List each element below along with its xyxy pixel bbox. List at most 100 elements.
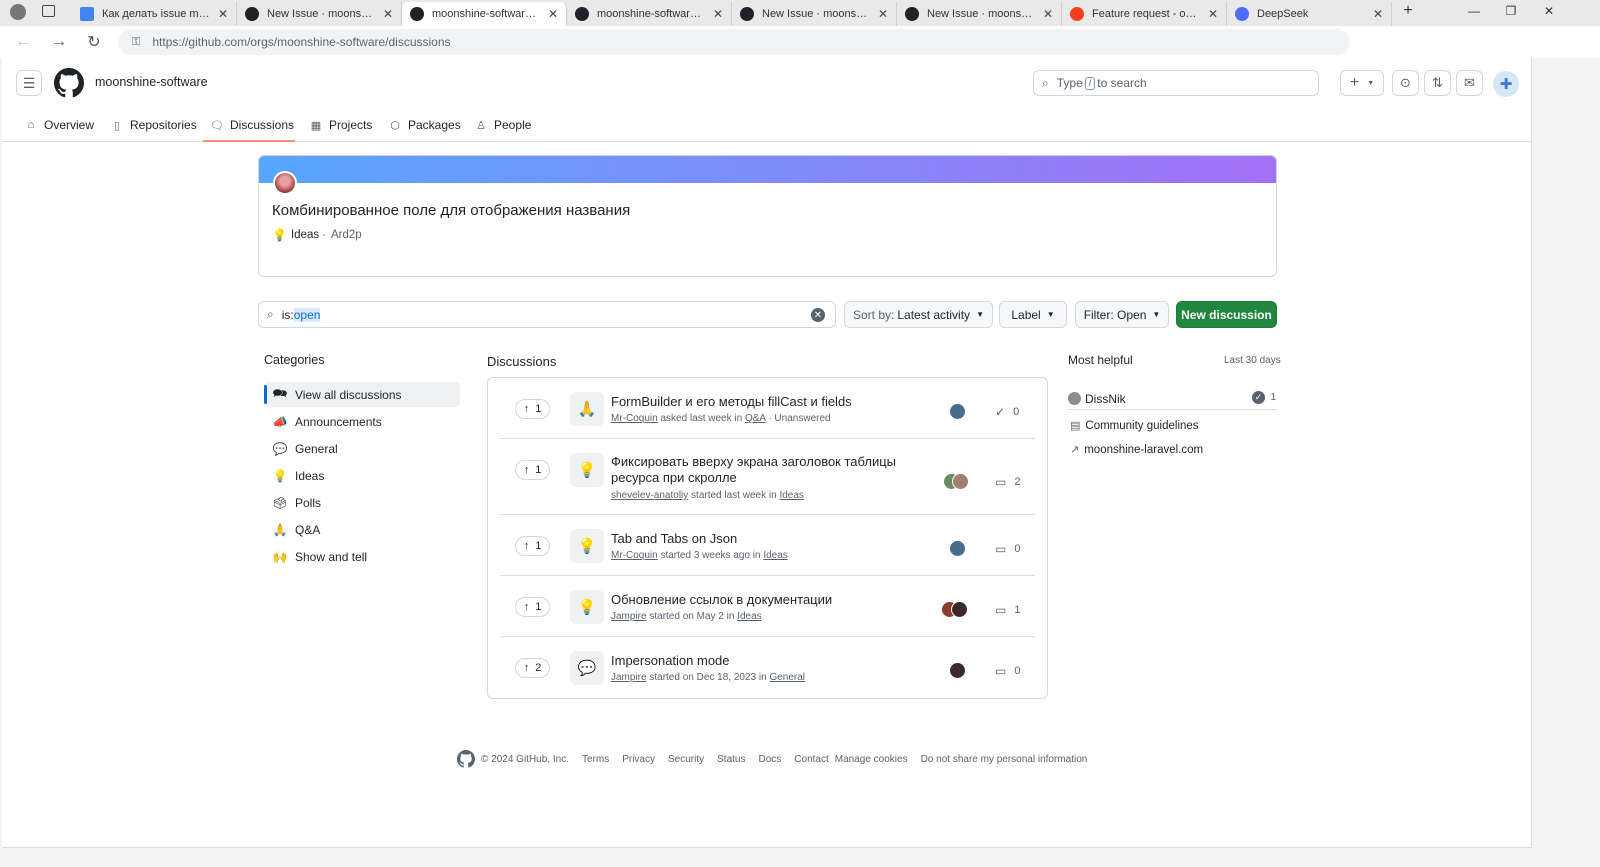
browser-tab[interactable]: moonshine-software · Dis ✕ (567, 2, 732, 26)
tab-actions-icon[interactable] (42, 5, 55, 17)
external-website-link[interactable]: ↗ moonshine-laravel.com (1070, 443, 1203, 457)
discussion-category[interactable]: Ideas (763, 550, 787, 561)
discussion-title[interactable]: FormBuilder и его методы fillCast и fiel… (611, 394, 931, 410)
category-qa[interactable]: 🙏 Q&A (264, 517, 460, 542)
discussion-title[interactable]: Фиксировать вверху экрана заголовок табл… (611, 454, 931, 486)
category-ideas[interactable]: 💡 Ideas (264, 463, 460, 488)
spotlight-author[interactable]: Ard2p (331, 229, 362, 241)
forward-icon[interactable]: → (48, 31, 70, 53)
category-polls[interactable]: 🗳 Polls (264, 490, 460, 515)
tab-discussions[interactable]: 🗨 Discussions (210, 108, 294, 142)
footer-link-security[interactable]: Security (668, 754, 704, 765)
browser-tab[interactable]: New Issue · moonshine-sc ✕ (897, 2, 1062, 26)
avatar[interactable] (949, 540, 966, 557)
discussion-author[interactable]: Jampire (611, 672, 647, 683)
footer-link-privacy[interactable]: Privacy (622, 754, 655, 765)
discussion-author[interactable]: Jampire (611, 611, 647, 622)
discussion-search-input[interactable]: ⌕ is: open ✕ (258, 301, 836, 328)
discussion-row[interactable]: ↑ 2 💬 Impersonation mode Jampire started … (500, 637, 1035, 698)
create-new-button[interactable]: + ▼ (1340, 70, 1384, 96)
discussion-row[interactable]: ↑ 1 💡 Обновление ссылок в документации Ja… (500, 576, 1035, 637)
tab-close-icon[interactable]: ✕ (546, 7, 560, 21)
tab-close-icon[interactable]: ✕ (1041, 7, 1055, 21)
search-input[interactable]: ⌕ Type / to search (1033, 70, 1319, 96)
tab-close-icon[interactable]: ✕ (381, 7, 395, 21)
user-avatar[interactable]: ✚ (1493, 71, 1519, 97)
discussion-row[interactable]: ↑ 1 💡 Фиксировать вверху экрана заголовок… (500, 439, 1035, 515)
tab-close-icon[interactable]: ✕ (1371, 7, 1385, 21)
browser-tab[interactable]: New Issue · moonshine-sc ✕ (732, 2, 897, 26)
spotlight-discussion-card[interactable]: Комбинированное поле для отображения наз… (258, 155, 1277, 277)
discussion-author[interactable]: Mr-Coquin (611, 413, 658, 424)
inbox-button[interactable]: ✉ (1456, 70, 1483, 96)
close-window-icon[interactable]: ✕ (1541, 4, 1557, 18)
pull-requests-button[interactable]: ⇅ (1424, 70, 1451, 96)
browser-tab-active[interactable]: moonshine-software · Dis ✕ (402, 2, 567, 26)
github-logo-icon[interactable] (54, 68, 84, 98)
new-tab-icon[interactable]: + (1400, 2, 1416, 20)
helpful-user-name[interactable]: DissNik (1085, 392, 1126, 406)
discussion-category[interactable]: Q&A (745, 413, 766, 424)
discussion-row[interactable]: ↑ 1 💡 Tab and Tabs on Json Mr-Coquin star… (500, 515, 1035, 576)
browser-tab[interactable]: DeepSeek ✕ (1227, 2, 1392, 26)
footer-link-docs[interactable]: Docs (758, 754, 781, 765)
discussion-row[interactable]: ↑ 1 🙏 FormBuilder и его методы fillCast и… (500, 378, 1035, 439)
avatar[interactable] (952, 473, 969, 490)
site-info-icon[interactable]: ⚿ (132, 36, 140, 49)
back-icon[interactable]: ← (12, 31, 34, 53)
restore-icon[interactable]: ❐ (1503, 4, 1519, 18)
footer-link-contact[interactable]: Contact (794, 754, 828, 765)
issues-button[interactable]: ⊙ (1392, 70, 1419, 96)
helpful-user-row[interactable]: DissNik ✓ 1 (1068, 388, 1277, 410)
clear-search-icon[interactable]: ✕ (811, 308, 825, 322)
org-name[interactable]: moonshine-software (95, 75, 208, 89)
footer-link-do-not-share[interactable]: Do not share my personal information (921, 754, 1088, 765)
footer-link-terms[interactable]: Terms (582, 754, 609, 765)
reload-icon[interactable]: ↻ (83, 31, 105, 53)
browser-tab[interactable]: Как делать issue moonsh ✕ (72, 2, 237, 26)
tab-overview[interactable]: ⌂ Overview (24, 108, 94, 142)
spotlight-title[interactable]: Комбинированное поле для отображения наз… (272, 202, 630, 219)
tab-projects[interactable]: ▦ Projects (309, 108, 373, 142)
category-show-and-tell[interactable]: 🙌 Show and tell (264, 544, 460, 569)
tab-packages[interactable]: ⬡ Packages (388, 108, 461, 142)
footer-link-status[interactable]: Status (717, 754, 745, 765)
tab-close-icon[interactable]: ✕ (876, 7, 890, 21)
spotlight-category[interactable]: Ideas (291, 229, 319, 241)
tab-repositories[interactable]: ▯ Repositories (110, 108, 197, 142)
new-discussion-button[interactable]: New discussion (1176, 301, 1277, 328)
upvote-button[interactable]: ↑ 1 (515, 399, 550, 419)
upvote-button[interactable]: ↑ 1 (515, 460, 550, 480)
minimize-icon[interactable]: — (1466, 4, 1482, 18)
discussion-category[interactable]: Ideas (779, 490, 803, 501)
discussion-category[interactable]: General (769, 672, 805, 683)
footer-link-manage-cookies[interactable]: Manage cookies (835, 754, 908, 765)
category-general[interactable]: 💬 General (264, 436, 460, 461)
url-field[interactable]: ⚿ https://github.com/orgs/moonshine-soft… (118, 29, 1350, 55)
discussion-title[interactable]: Обновление ссылок в документации (611, 592, 931, 608)
community-guidelines-link[interactable]: ▤ Community guidelines (1070, 419, 1199, 433)
status-filter-button[interactable]: Filter: Open ▼ (1075, 301, 1169, 328)
category-view-all[interactable]: 🗪 View all discussions (264, 382, 460, 407)
profile-icon[interactable] (10, 4, 26, 20)
avatar[interactable] (951, 601, 968, 618)
upvote-button[interactable]: ↑ 2 (515, 658, 550, 678)
browser-tab[interactable]: Feature request - открыт ✕ (1062, 2, 1227, 26)
label-filter-button[interactable]: Label ▼ (999, 301, 1067, 328)
avatar[interactable] (949, 662, 966, 679)
tab-close-icon[interactable]: ✕ (216, 7, 230, 21)
upvote-button[interactable]: ↑ 1 (515, 597, 550, 617)
discussion-category[interactable]: Ideas (737, 611, 761, 622)
menu-icon[interactable]: ☰ (16, 70, 42, 96)
tab-people[interactable]: ♙ People (474, 108, 531, 142)
tab-close-icon[interactable]: ✕ (1206, 7, 1220, 21)
upvote-button[interactable]: ↑ 1 (515, 536, 550, 556)
discussion-author[interactable]: Mr-Coquin (611, 550, 658, 561)
category-announcements[interactable]: 📣 Announcements (264, 409, 460, 434)
discussion-author[interactable]: shevelev-anatoliy (611, 490, 688, 501)
browser-tab[interactable]: New Issue · moonshine-sc ✕ (237, 2, 402, 26)
tab-close-icon[interactable]: ✕ (711, 7, 725, 21)
discussion-title[interactable]: Impersonation mode (611, 653, 931, 669)
sort-button[interactable]: Sort by: Latest activity ▼ (844, 301, 993, 328)
github-mark-icon[interactable] (457, 750, 475, 768)
